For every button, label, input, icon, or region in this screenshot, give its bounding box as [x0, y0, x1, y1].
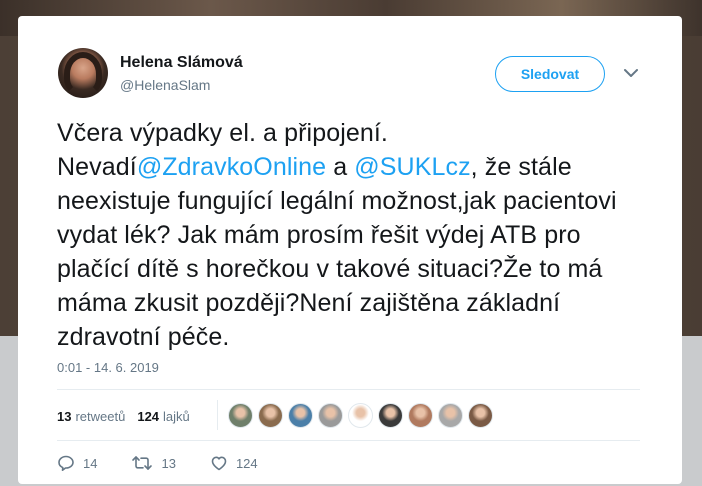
author-name[interactable]: Helena Slámová — [120, 54, 243, 72]
liker-avatar[interactable] — [348, 403, 373, 428]
reply-icon — [58, 455, 74, 471]
liker-avatar[interactable] — [408, 403, 433, 428]
retweet-count: 13 — [161, 455, 176, 471]
author-handle[interactable]: @HelenaSlam — [120, 77, 210, 93]
retweet-button[interactable]: 13 — [131, 454, 176, 472]
tweet-timestamp[interactable]: 0:01 - 14. 6. 2019 — [57, 360, 159, 375]
liker-avatar[interactable] — [378, 403, 403, 428]
likes-label[interactable]: lajků — [163, 409, 190, 424]
liker-avatar[interactable] — [438, 403, 463, 428]
tweet-text-rest: neexistuje fungující legální možnost,jak… — [57, 187, 617, 351]
liker-avatar[interactable] — [468, 403, 493, 428]
liker-avatar[interactable] — [318, 403, 343, 428]
reply-button[interactable]: 14 — [57, 454, 97, 472]
like-count: 124 — [235, 455, 258, 471]
tweet-text: Včera výpadky el. a připojení. Nevadí@Zd… — [57, 116, 657, 354]
retweets-label[interactable]: retweetů — [75, 409, 125, 424]
author-avatar[interactable] — [58, 48, 108, 98]
mention-link[interactable]: @ZdravkoOnline — [137, 153, 326, 181]
tweet-line: Včera výpadky el. a připojení. — [57, 119, 388, 147]
tweet-card: Helena Slámová @HelenaSlam Sledovat Včer… — [18, 16, 682, 484]
likes-count[interactable]: 124 — [137, 409, 159, 424]
liker-avatar[interactable] — [228, 403, 253, 428]
liker-avatar[interactable] — [258, 403, 283, 428]
stats-separator — [217, 400, 218, 430]
tweet-text-segment: Nevadí — [57, 153, 137, 181]
liker-avatar[interactable] — [288, 403, 313, 428]
mention-link[interactable]: @SUKLcz — [354, 153, 470, 181]
like-button[interactable]: 124 — [210, 454, 258, 472]
divider — [57, 389, 640, 390]
tweet-actions: 14 13 124 — [57, 454, 292, 472]
tweet-stats: 13 retweetů 124 lajků — [57, 406, 190, 426]
reply-count: 14 — [83, 455, 98, 471]
tweet-text-segment: , že stále — [470, 153, 572, 181]
likers-avatars — [228, 403, 498, 428]
heart-icon — [211, 456, 227, 471]
chevron-down-icon[interactable] — [622, 66, 640, 80]
divider — [57, 440, 640, 441]
avatar-hair — [64, 52, 102, 96]
retweets-count[interactable]: 13 — [57, 409, 71, 424]
retweet-icon — [132, 456, 153, 470]
follow-button[interactable]: Sledovat — [495, 56, 605, 92]
tweet-text-segment: a — [326, 153, 355, 181]
